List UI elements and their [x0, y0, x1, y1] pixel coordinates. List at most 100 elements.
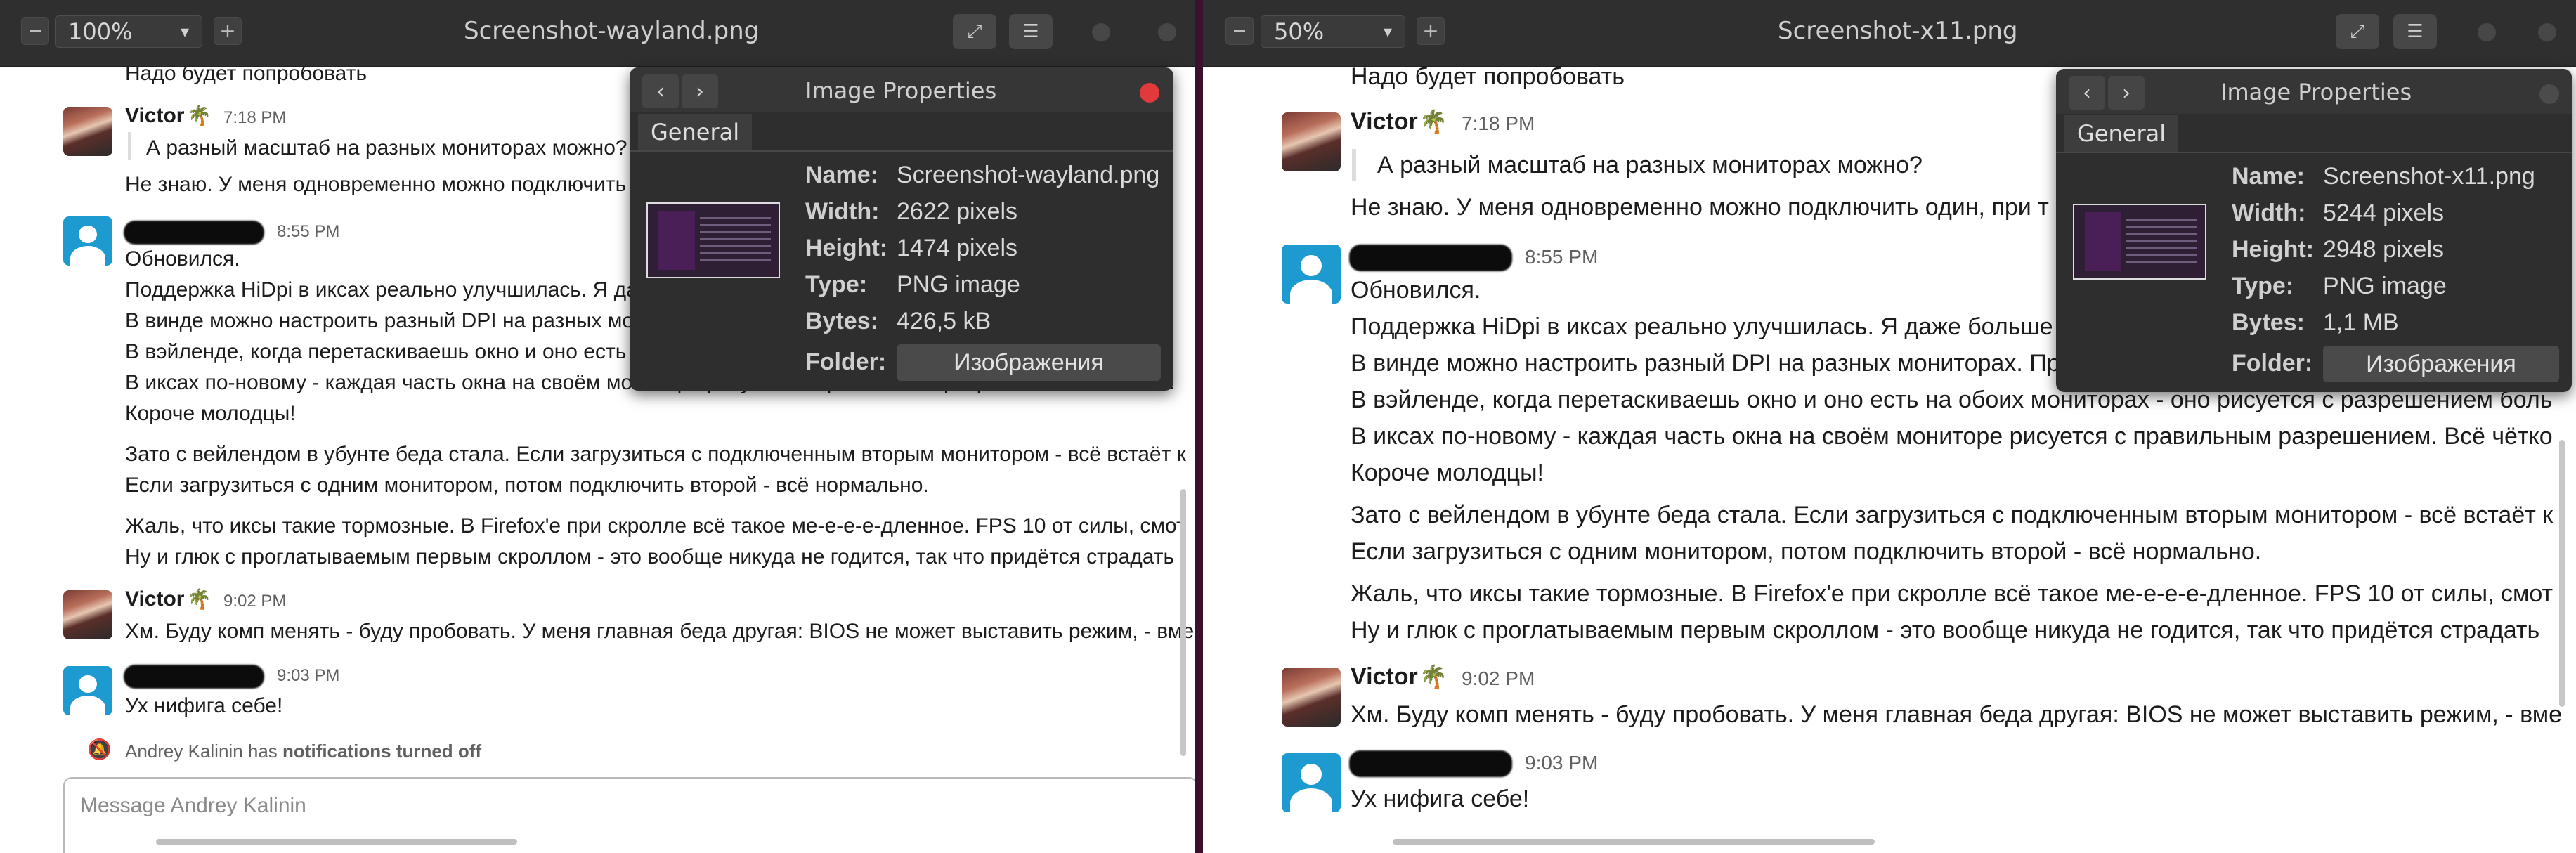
timestamp[interactable]: 9:03 PM	[1525, 752, 1598, 774]
zoom-in-button[interactable]	[214, 17, 242, 45]
avatar	[63, 590, 112, 639]
avatar	[63, 216, 112, 266]
redacted-name	[1349, 245, 1512, 271]
message-text: Надо будет попробовать	[125, 67, 367, 85]
zoom-level-value: 100%	[68, 18, 133, 45]
width-label: Width:	[2232, 200, 2306, 226]
width-value: 2622 pixels	[897, 198, 1018, 225]
zoom-out-button[interactable]	[1225, 17, 1254, 45]
minimize-button[interactable]	[2478, 23, 2496, 41]
quote-bar	[1352, 149, 1356, 181]
dialog-close-button[interactable]	[2539, 84, 2559, 104]
hamburger-icon: ☰	[1022, 21, 1039, 42]
author-name[interactable]: Victor	[125, 104, 184, 128]
timestamp[interactable]: 9:02 PM	[223, 592, 286, 611]
horizontal-scrollbar[interactable]	[1393, 839, 1875, 845]
quoted-text: А разный масштаб на разных мониторах мож…	[1377, 152, 1923, 178]
name-value: Screenshot-wayland.png	[897, 162, 1160, 188]
bytes-label: Bytes:	[805, 308, 878, 334]
bytes-label: Bytes:	[2232, 309, 2305, 336]
message-text: Не знаю. У меня одновременно можно подкл…	[125, 173, 627, 196]
tab-general[interactable]: General	[2064, 115, 2179, 152]
message-text: Зато с вейлендом в убунте беда стала. Ес…	[125, 443, 1186, 466]
timestamp[interactable]: 7:18 PM	[1462, 112, 1535, 135]
chevron-down-icon: ▾	[180, 22, 189, 41]
message-text: Ух нифига себе!	[125, 694, 283, 717]
message-text: Жаль, что иксы такие тормозные. В Firefo…	[125, 514, 1186, 538]
notice-bold: notifications turned off	[282, 741, 482, 762]
message-text: Если загрузиться с одним монитором, пото…	[125, 474, 929, 497]
message-text: Не знаю. У меня одновременно можно подкл…	[1351, 194, 2049, 221]
notifications-notice: Andrey Kalinin has notifications turned …	[125, 741, 481, 762]
image-viewer-window-left: 100% ▾ Screenshot-wayland.png ⤢ ☰ Надо б…	[0, 0, 1195, 853]
author-name[interactable]: Victor	[125, 587, 184, 611]
tab-general[interactable]: General	[638, 114, 753, 150]
chevron-left-icon: ‹	[656, 79, 665, 104]
type-label: Type:	[805, 271, 868, 298]
avatar	[1282, 245, 1341, 304]
chevron-right-icon: ›	[696, 79, 704, 104]
timestamp[interactable]: 9:02 PM	[1462, 668, 1535, 690]
timestamp[interactable]: 7:18 PM	[223, 108, 286, 128]
height-value: 1474 pixels	[897, 235, 1018, 261]
window-title: Screenshot-x11.png	[1778, 17, 2018, 45]
message-text: Короче молодцы!	[1351, 460, 1544, 486]
message-text: В винде можно настроить разный DPI на ра…	[1351, 350, 2060, 377]
image-thumbnail	[2073, 204, 2206, 280]
window-title: Screenshot-wayland.png	[464, 17, 760, 45]
image-thumbnail	[646, 202, 780, 278]
image-viewer-window-right: 50% ▾ Screenshot-x11.png ⤢ ☰ Надо будет …	[1203, 0, 2576, 853]
message-text: Надо будет попробовать	[1351, 67, 1625, 90]
avatar	[1282, 112, 1341, 171]
redacted-name	[124, 221, 264, 245]
back-button[interactable]: ‹	[642, 74, 679, 108]
forward-button[interactable]: ›	[2108, 76, 2145, 110]
folder-button[interactable]: Изображения	[2323, 346, 2559, 382]
folder-button[interactable]: Изображения	[897, 344, 1161, 381]
zoom-out-button[interactable]	[21, 17, 49, 45]
timestamp[interactable]: 8:55 PM	[277, 222, 339, 242]
horizontal-scrollbar[interactable]	[156, 839, 517, 845]
timestamp[interactable]: 8:55 PM	[1525, 246, 1598, 268]
folder-label: Folder:	[805, 349, 887, 375]
fullscreen-button[interactable]: ⤢	[2336, 14, 2379, 49]
bell-off-icon: 🔕	[87, 738, 112, 761]
close-window-button[interactable]	[2538, 23, 2556, 41]
name-value: Screenshot-x11.png	[2323, 163, 2535, 190]
dialog-close-button[interactable]	[1140, 83, 1159, 103]
chevron-down-icon: ▾	[1383, 22, 1392, 41]
back-button[interactable]: ‹	[2069, 76, 2105, 110]
timestamp[interactable]: 9:03 PM	[277, 666, 339, 686]
composer-placeholder: Message Andrey Kalinin	[80, 794, 306, 817]
palm-emoji: 🌴	[1419, 109, 1448, 134]
zoom-level-select[interactable]: 100% ▾	[55, 15, 202, 48]
image-properties-dialog: ‹ › Image Properties General Name: Scree…	[630, 67, 1173, 391]
message-text: Хм. Буду комп менять - буду пробовать. У…	[1351, 701, 2563, 728]
message-text: Если загрузиться с одним монитором, пото…	[1351, 538, 2262, 565]
minimize-button[interactable]	[1092, 23, 1110, 41]
vertical-scrollbar[interactable]	[2559, 440, 2565, 707]
menu-button[interactable]: ☰	[2393, 14, 2437, 49]
type-value: PNG image	[897, 271, 1020, 298]
quoted-text: А разный масштаб на разных мониторах мож…	[146, 136, 627, 159]
folder-label: Folder:	[2232, 350, 2313, 377]
zoom-in-button[interactable]	[1417, 17, 1445, 45]
close-window-button[interactable]	[1158, 23, 1176, 41]
avatar	[63, 666, 112, 715]
name-label: Name:	[2232, 163, 2305, 190]
palm-emoji: 🌴	[187, 588, 212, 610]
height-value: 2948 pixels	[2323, 236, 2445, 263]
fullscreen-icon: ⤢	[967, 20, 982, 42]
author-name[interactable]: Victor	[1351, 663, 1418, 691]
message-text: Ух нифига себе!	[1351, 786, 1530, 812]
type-value: PNG image	[2323, 273, 2447, 299]
vertical-scrollbar[interactable]	[1180, 489, 1186, 756]
tab-divider	[630, 150, 1173, 152]
fullscreen-button[interactable]: ⤢	[953, 14, 996, 49]
author-name[interactable]: Victor	[1351, 108, 1418, 136]
menu-button[interactable]: ☰	[1009, 14, 1053, 49]
image-properties-dialog: ‹ › Image Properties General Name: Scree…	[2056, 69, 2572, 392]
zoom-level-select[interactable]: 50% ▾	[1261, 15, 1405, 48]
forward-button[interactable]: ›	[682, 74, 718, 108]
bytes-value: 426,5 kB	[897, 308, 991, 334]
